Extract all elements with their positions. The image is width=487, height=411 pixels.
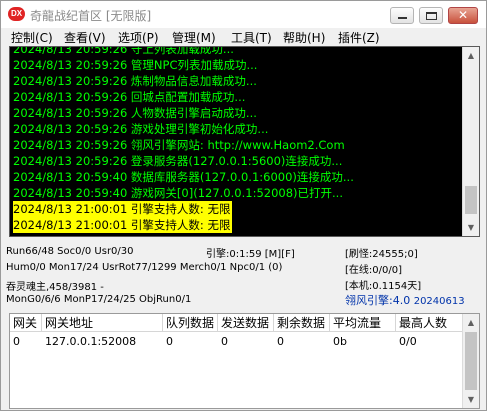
window-title: 奇龍战纪首区 [无限版] bbox=[30, 9, 152, 23]
version-name: 翎风引擎:4.0 bbox=[345, 294, 411, 307]
menu-options[interactable]: 选项(P) bbox=[118, 29, 159, 46]
minimize-button[interactable] bbox=[390, 7, 414, 24]
log-line: 2024/8/13 20:59:26 炼制物品信息加载成功... bbox=[13, 74, 257, 88]
menu-help[interactable]: 帮助(H) bbox=[283, 29, 325, 46]
table-cell: 0 bbox=[166, 335, 173, 348]
soul-stats: 吞灵魂主,458/3981 - bbox=[6, 282, 104, 293]
title-bar[interactable]: DX 奇龍战纪首区 [无限版] ✕ bbox=[1, 1, 486, 28]
app-icon[interactable]: DX bbox=[8, 7, 25, 21]
log-line: 2024/8/13 20:59:26 回城点配置加载成功... bbox=[13, 90, 246, 104]
log-line: 2024/8/13 20:59:26 守上列表加载成功... bbox=[13, 46, 234, 56]
column-header[interactable]: 发送数据 bbox=[218, 314, 274, 332]
close-button[interactable]: ✕ bbox=[448, 7, 478, 24]
scroll-up-icon[interactable]: ▲ bbox=[463, 314, 479, 331]
menu-manage[interactable]: 管理(M) bbox=[172, 29, 216, 46]
gateway-table[interactable]: 网关 网关地址 队列数据 发送数据 剩余数据 平均流量 最高人数 0 127.0… bbox=[9, 313, 480, 409]
table-cell: 0/0 bbox=[399, 335, 417, 348]
minimize-icon bbox=[398, 17, 407, 19]
scroll-down-icon[interactable]: ▼ bbox=[463, 219, 479, 236]
menu-control[interactable]: 控制(C) bbox=[11, 29, 53, 46]
log-line: 2024/8/13 20:59:40 游戏网关[0](127.0.0.1:520… bbox=[13, 186, 343, 200]
table-header: 网关 网关地址 队列数据 发送数据 剩余数据 平均流量 最高人数 bbox=[10, 314, 465, 332]
log-console[interactable]: 2024/8/13 20:59:26 守上列表加载成功... 2024/8/13… bbox=[9, 46, 480, 237]
scrollbar-thumb[interactable] bbox=[465, 332, 477, 390]
status-panel: Run66/48 Soc0/0 Usr0/30 引擎:0:1:59 [M][F]… bbox=[5, 240, 483, 312]
table-cell: 0 bbox=[13, 335, 20, 348]
column-header[interactable]: 网关 bbox=[10, 314, 42, 332]
column-header[interactable]: 平均流量 bbox=[330, 314, 396, 332]
column-header[interactable]: 网关地址 bbox=[42, 314, 163, 332]
log-line: 2024/8/13 20:59:26 人物数据引擎启动成功... bbox=[13, 106, 257, 120]
maximize-icon bbox=[426, 12, 437, 20]
close-icon: ✕ bbox=[457, 8, 469, 22]
log-line: 2024/8/13 20:59:26 登录服务器(127.0.0.1:5600)… bbox=[13, 154, 343, 168]
column-header[interactable]: 剩余数据 bbox=[274, 314, 330, 332]
log-line-highlighted: 2024/8/13 21:00:01 引擎支持人数: 无限 bbox=[13, 217, 233, 233]
column-header[interactable]: 最高人数 bbox=[396, 314, 465, 332]
menu-bar: 控制(C) 查看(V) 选项(P) 管理(M) 工具(T) 帮助(H) 插件(Z… bbox=[1, 28, 486, 46]
mon-stats: MonG0/6/6 MonP17/24/25 ObjRun0/1 bbox=[6, 294, 192, 305]
log-line: 2024/8/13 20:59:26 游戏处理引擎初始化成功... bbox=[13, 122, 269, 136]
server-window: DX 奇龍战纪首区 [无限版] ✕ 控制(C) 查看(V) 选项(P) 管理(M… bbox=[0, 0, 487, 411]
version-date: 20240613 bbox=[413, 296, 465, 307]
run-stats: Run66/48 Soc0/0 Usr0/30 bbox=[6, 246, 134, 257]
log-line: 2024/8/13 20:59:40 数据库服务器(127.0.0.1:6000… bbox=[13, 170, 354, 184]
log-scrollbar[interactable]: ▲ ▼ bbox=[462, 47, 479, 236]
table-cell: 0 bbox=[221, 335, 228, 348]
scroll-down-icon[interactable]: ▼ bbox=[463, 391, 479, 408]
log-line: 2024/8/13 20:59:26 翎风引擎网站: http://www.Ha… bbox=[13, 138, 345, 152]
engine-version: 翎风引擎:4.0 20240613 bbox=[345, 292, 465, 308]
table-cell: 0 bbox=[277, 335, 284, 348]
scroll-up-icon[interactable]: ▲ bbox=[463, 47, 479, 64]
menu-plugins[interactable]: 插件(Z) bbox=[338, 29, 380, 46]
menu-view[interactable]: 查看(V) bbox=[64, 29, 106, 46]
menu-tools[interactable]: 工具(T) bbox=[231, 29, 272, 46]
local-uptime: [本机:0.1154天] bbox=[345, 281, 422, 292]
table-cell: 0b bbox=[333, 335, 347, 348]
hum-stats: Hum0/0 Mon17/24 UsrRot77/1299 Merch0/1 N… bbox=[6, 262, 283, 273]
maximize-button[interactable] bbox=[419, 7, 443, 24]
log-line-highlighted: 2024/8/13 21:00:01 引擎支持人数: 无限 bbox=[13, 201, 233, 217]
column-header[interactable]: 队列数据 bbox=[163, 314, 218, 332]
table-scrollbar[interactable]: ▲ ▼ bbox=[462, 314, 479, 408]
online-stats: [在线:0/0/0] bbox=[345, 265, 402, 276]
engine-time: 引擎:0:1:59 [M][F] bbox=[206, 249, 295, 260]
refresh-stats: [刷怪:24555;0] bbox=[345, 249, 418, 260]
scrollbar-thumb[interactable] bbox=[465, 186, 477, 214]
table-cell: 127.0.0.1:52008 bbox=[45, 335, 137, 348]
log-line: 2024/8/13 20:59:26 管理NPC列表加载成功... bbox=[13, 58, 258, 72]
